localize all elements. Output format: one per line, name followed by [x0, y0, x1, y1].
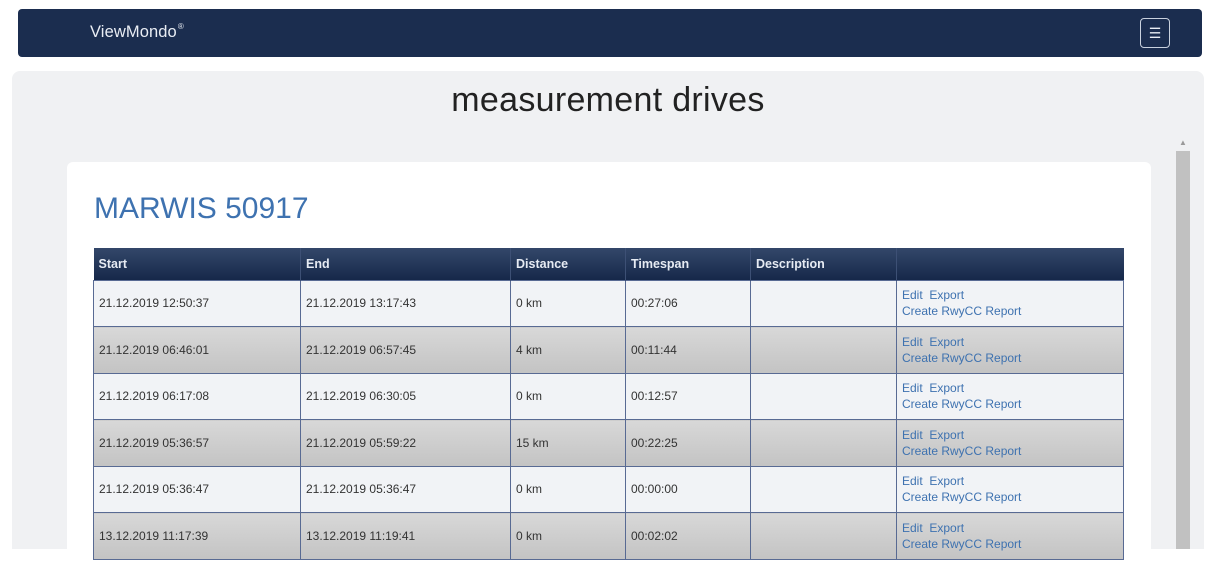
top-navbar: ViewMondo® ☰: [18, 9, 1202, 57]
table-row: 21.12.2019 05:36:57 21.12.2019 05:59:22 15…: [93, 419, 1124, 467]
create-rwycc-report-link[interactable]: Create RwyCC Report: [902, 304, 1021, 318]
column-header-actions: [896, 248, 1124, 280]
column-header-description[interactable]: Description: [750, 248, 897, 280]
cell-description: [750, 512, 897, 560]
edit-link[interactable]: Edit: [902, 521, 923, 535]
cell-end: 21.12.2019 06:30:05: [300, 372, 511, 420]
export-link[interactable]: Export: [929, 428, 964, 442]
brand-logo[interactable]: ViewMondo®: [90, 21, 184, 42]
cell-distance: 4 km: [510, 326, 626, 374]
cell-timespan: 00:27:06: [625, 279, 751, 327]
cell-description: [750, 465, 897, 513]
column-header-distance[interactable]: Distance: [510, 248, 626, 280]
column-header-start[interactable]: Start: [93, 248, 301, 280]
hamburger-menu-icon: ☰: [1148, 24, 1162, 41]
export-link[interactable]: Export: [929, 381, 964, 395]
cell-start: 21.12.2019 06:17:08: [93, 372, 301, 420]
export-link[interactable]: Export: [929, 521, 964, 535]
column-header-end[interactable]: End: [300, 248, 511, 280]
cell-end: 21.12.2019 06:57:45: [300, 326, 511, 374]
cell-timespan: 00:00:00: [625, 465, 751, 513]
cell-timespan: 00:12:57: [625, 372, 751, 420]
cell-actions: Edit Export Create RwyCC Report: [896, 419, 1124, 467]
cell-distance: 0 km: [510, 279, 626, 327]
export-link[interactable]: Export: [929, 335, 964, 349]
drives-table: Start End Distance Timespan Description …: [93, 248, 1124, 560]
vehicle-title: MARWIS 50917: [94, 192, 309, 225]
scrollbar[interactable]: ▲: [1176, 135, 1190, 549]
table-row: 21.12.2019 06:46:01 21.12.2019 06:57:45 4 …: [93, 326, 1124, 374]
vehicle-card: MARWIS 50917 Start End Distance Timespan…: [67, 162, 1151, 562]
create-rwycc-report-link[interactable]: Create RwyCC Report: [902, 444, 1021, 458]
cell-description: [750, 372, 897, 420]
table-row: 21.12.2019 12:50:37 21.12.2019 13:17:43 0 …: [93, 279, 1124, 327]
scrollbar-thumb[interactable]: [1176, 151, 1190, 549]
cell-start: 21.12.2019 05:36:57: [93, 419, 301, 467]
brand-name: ViewMondo: [90, 23, 177, 41]
cell-description: [750, 419, 897, 467]
cell-actions: Edit Export Create RwyCC Report: [896, 279, 1124, 327]
edit-link[interactable]: Edit: [902, 381, 923, 395]
cell-timespan: 00:11:44: [625, 326, 751, 374]
create-rwycc-report-link[interactable]: Create RwyCC Report: [902, 397, 1021, 411]
cell-timespan: 00:22:25: [625, 419, 751, 467]
hamburger-menu-button[interactable]: ☰: [1140, 18, 1170, 48]
cell-end: 13.12.2019 11:19:41: [300, 512, 511, 560]
export-link[interactable]: Export: [929, 288, 964, 302]
cell-start: 13.12.2019 11:17:39: [93, 512, 301, 560]
table-row: 13.12.2019 11:17:39 13.12.2019 11:19:41 0 …: [93, 512, 1124, 560]
page-title: measurement drives: [451, 81, 765, 119]
cell-description: [750, 326, 897, 374]
table-header-row: Start End Distance Timespan Description: [93, 248, 1124, 280]
edit-link[interactable]: Edit: [902, 474, 923, 488]
content-panel: measurement drives ▲ MARWIS 50917 Start …: [12, 71, 1204, 562]
cell-actions: Edit Export Create RwyCC Report: [896, 465, 1124, 513]
cell-start: 21.12.2019 05:36:47: [93, 465, 301, 513]
create-rwycc-report-link[interactable]: Create RwyCC Report: [902, 490, 1021, 504]
cell-actions: Edit Export Create RwyCC Report: [896, 326, 1124, 374]
table-row: 21.12.2019 06:17:08 21.12.2019 06:30:05 0 …: [93, 372, 1124, 420]
cell-end: 21.12.2019 13:17:43: [300, 279, 511, 327]
create-rwycc-report-link[interactable]: Create RwyCC Report: [902, 351, 1021, 365]
cell-start: 21.12.2019 12:50:37: [93, 279, 301, 327]
scroll-up-arrow-icon[interactable]: ▲: [1176, 137, 1190, 149]
edit-link[interactable]: Edit: [902, 288, 923, 302]
column-header-timespan[interactable]: Timespan: [625, 248, 751, 280]
cell-start: 21.12.2019 06:46:01: [93, 326, 301, 374]
cell-distance: 15 km: [510, 419, 626, 467]
cell-description: [750, 279, 897, 327]
edit-link[interactable]: Edit: [902, 428, 923, 442]
cell-distance: 0 km: [510, 372, 626, 420]
cell-end: 21.12.2019 05:59:22: [300, 419, 511, 467]
edit-link[interactable]: Edit: [902, 335, 923, 349]
cell-timespan: 00:02:02: [625, 512, 751, 560]
cell-distance: 0 km: [510, 465, 626, 513]
brand-registered-mark: ®: [177, 21, 184, 31]
export-link[interactable]: Export: [929, 474, 964, 488]
table-row: 21.12.2019 05:36:47 21.12.2019 05:36:47 0 …: [93, 465, 1124, 513]
cell-actions: Edit Export Create RwyCC Report: [896, 372, 1124, 420]
cell-actions: Edit Export Create RwyCC Report: [896, 512, 1124, 560]
cell-distance: 0 km: [510, 512, 626, 560]
cell-end: 21.12.2019 05:36:47: [300, 465, 511, 513]
